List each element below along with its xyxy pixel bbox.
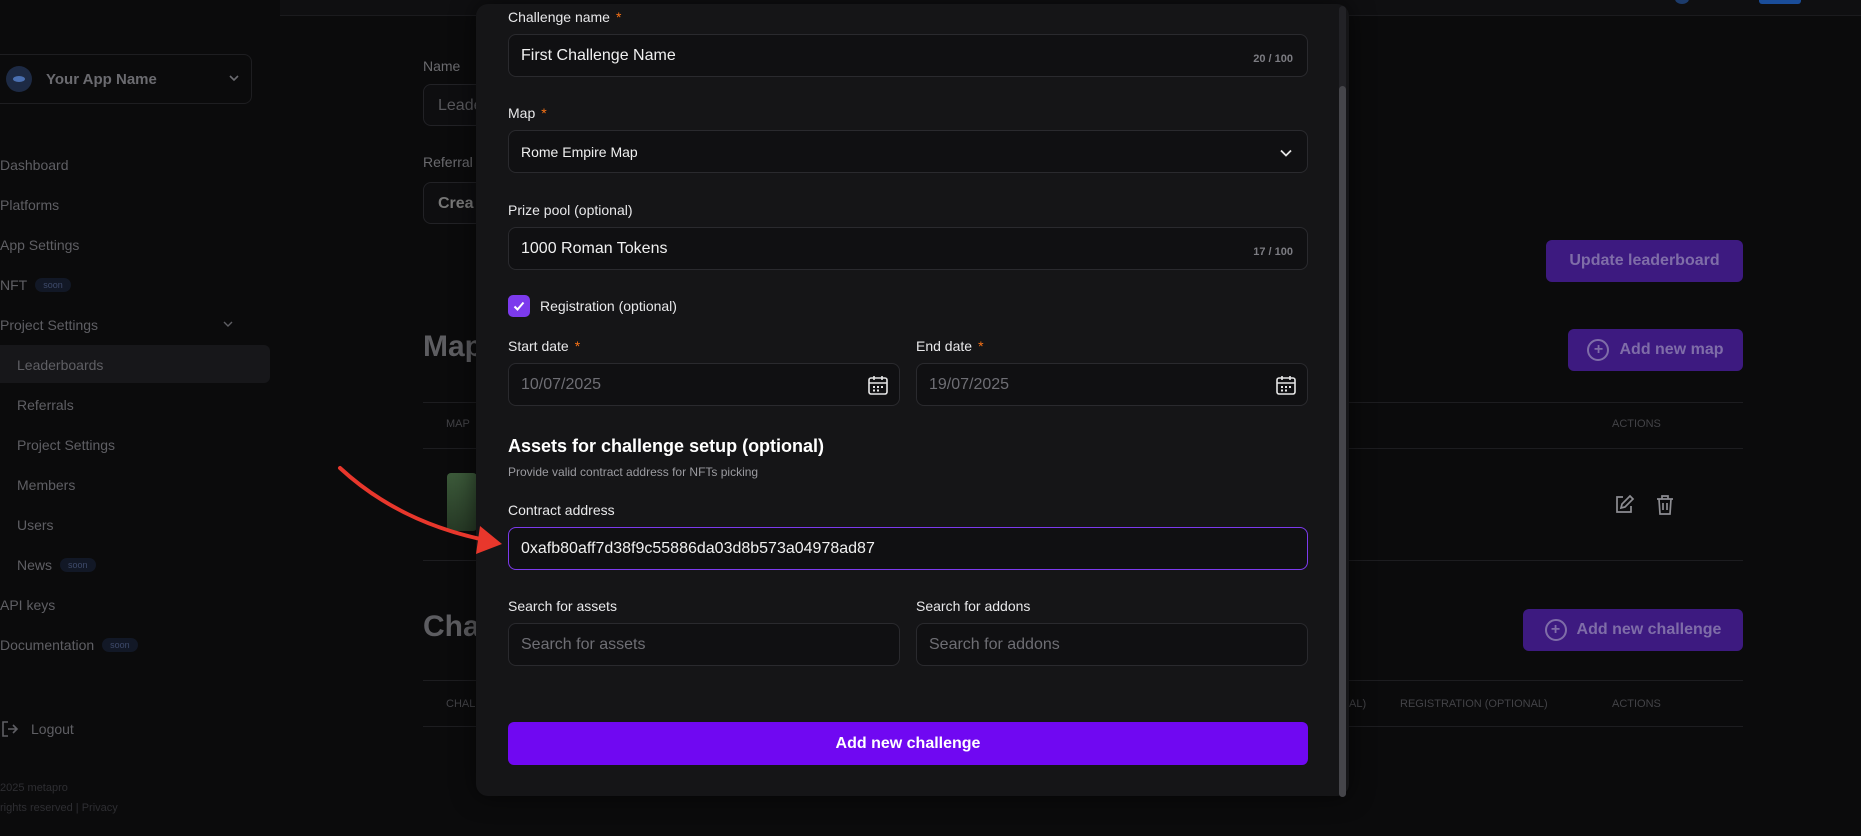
maps-title: Map: [423, 330, 483, 363]
map-select[interactable]: Rome Empire Map: [508, 130, 1308, 173]
plus-circle-icon: +: [1544, 619, 1567, 641]
map-column-header: MAP: [446, 418, 470, 430]
nav-news[interactable]: News soon: [17, 555, 96, 575]
prize-pool-input[interactable]: 1000 Roman Tokens 17 / 100: [508, 227, 1308, 270]
search-addons-placeholder: Search for addons: [929, 635, 1060, 653]
prize-pool-value: 1000 Roman Tokens: [521, 239, 668, 257]
add-new-challenge-button[interactable]: Add new challenge: [508, 722, 1308, 765]
topbar-button[interactable]: [1759, 0, 1801, 4]
referral-label: Referral: [423, 154, 473, 170]
create-button[interactable]: Crea: [423, 182, 483, 224]
nav-news-label: News: [17, 557, 53, 573]
nav-nft[interactable]: NFT soon: [0, 275, 71, 295]
actions-column-header: ACTIONS: [1612, 418, 1661, 430]
challenge-name-label: Challenge name *: [508, 9, 621, 25]
modal-scrollbar-thumb[interactable]: [1339, 86, 1346, 797]
footer-copyright: 2025 metapro: [0, 782, 68, 794]
end-date-value: 19/07/2025: [929, 375, 1010, 393]
actions-column-header-2: ACTIONS: [1612, 698, 1661, 710]
calendar-icon[interactable]: [866, 373, 890, 402]
search-assets-label: Search for assets: [508, 598, 617, 614]
calendar-icon[interactable]: [1274, 373, 1298, 402]
app-name: Your App Name: [46, 70, 157, 88]
nav-project-settings-sub[interactable]: Project Settings: [17, 435, 115, 455]
soon-badge: soon: [35, 278, 71, 292]
contract-address-input[interactable]: 0xafb80aff7d38f9c55886da03d8b573a04978ad…: [508, 527, 1308, 570]
search-assets-input[interactable]: Search for assets: [508, 623, 900, 666]
logout-icon: [0, 719, 22, 739]
end-date-label-text: End date: [916, 338, 973, 354]
start-date-value: 10/07/2025: [521, 375, 602, 393]
check-icon: [513, 301, 525, 311]
challenge-name-input[interactable]: First Challenge Name 20 / 100: [508, 34, 1308, 77]
footer-rights: rights reserved | Privacy: [0, 802, 118, 814]
avatar[interactable]: [1675, 0, 1689, 4]
prize-pool-label: Prize pool (optional): [508, 202, 633, 218]
add-new-map-label: Add new map: [1619, 341, 1724, 358]
nav-referrals[interactable]: Referrals: [17, 395, 74, 415]
add-new-map-button[interactable]: + Add new map: [1568, 329, 1743, 371]
logout-button[interactable]: Logout: [0, 719, 74, 739]
search-addons-label: Search for addons: [916, 598, 1031, 614]
contract-address-label: Contract address: [508, 502, 615, 518]
challenge-name-value: First Challenge Name: [521, 46, 676, 64]
end-date-input[interactable]: 19/07/2025: [916, 363, 1308, 406]
column-header-partial: AL): [1349, 698, 1367, 710]
update-leaderboard-button[interactable]: Update leaderboard: [1546, 240, 1743, 282]
plus-circle-icon: +: [1587, 339, 1610, 361]
nav-app-settings[interactable]: App Settings: [0, 235, 79, 255]
nav-project-settings[interactable]: Project Settings: [0, 315, 98, 335]
name-label: Name: [423, 58, 461, 74]
add-new-challenge-bg-label: Add new challenge: [1576, 621, 1722, 638]
name-input[interactable]: Leade: [423, 84, 483, 126]
chevron-down-icon: [227, 71, 241, 88]
sidebar: Your App Name Dashboard Platforms App Se…: [0, 0, 280, 836]
nav-documentation-label: Documentation: [0, 637, 95, 653]
challenge-column-header: CHAL: [446, 698, 476, 710]
challenges-title: Cha: [423, 610, 480, 643]
assets-section-subtitle: Provide valid contract address for NFTs …: [508, 465, 759, 479]
add-new-challenge-bg-button[interactable]: + Add new challenge: [1523, 609, 1743, 651]
required-mark: *: [541, 105, 547, 121]
edit-icon[interactable]: [1613, 494, 1635, 516]
nav-leaderboards[interactable]: Leaderboards: [17, 355, 103, 375]
nav-dashboard[interactable]: Dashboard: [0, 155, 69, 175]
trash-icon[interactable]: [1654, 494, 1676, 516]
required-mark: *: [615, 9, 622, 25]
required-mark: *: [574, 338, 581, 354]
start-date-input[interactable]: 10/07/2025: [508, 363, 900, 406]
map-label-text: Map: [508, 105, 536, 121]
nav-nft-label: NFT: [0, 277, 28, 293]
nav-members[interactable]: Members: [17, 475, 75, 495]
app-selector[interactable]: Your App Name: [0, 54, 252, 104]
nav-platforms[interactable]: Platforms: [0, 195, 59, 215]
registration-label: Registration (optional): [540, 298, 677, 314]
logout-label: Logout: [31, 721, 74, 737]
soon-badge: soon: [60, 558, 96, 572]
start-date-label-text: Start date: [508, 338, 569, 354]
challenge-name-label-text: Challenge name: [508, 9, 610, 25]
app-logo-icon: [6, 66, 32, 92]
registration-column-header: REGISTRATION (OPTIONAL): [1400, 698, 1548, 710]
annotation-arrow-icon: [338, 466, 502, 554]
nav-documentation[interactable]: Documentation soon: [0, 635, 138, 655]
challenge-name-counter: 20 / 100: [1253, 53, 1293, 65]
map-select-value: Rome Empire Map: [521, 143, 638, 160]
map-label: Map *: [508, 105, 547, 121]
nav-users[interactable]: Users: [17, 515, 54, 535]
end-date-label: End date *: [916, 338, 984, 354]
required-mark: *: [978, 338, 984, 354]
chevron-down-icon: [1279, 146, 1293, 165]
start-date-label: Start date *: [508, 338, 580, 354]
search-addons-input[interactable]: Search for addons: [916, 623, 1308, 666]
search-assets-placeholder: Search for assets: [521, 635, 646, 653]
assets-section-title: Assets for challenge setup (optional): [508, 436, 825, 456]
chevron-down-icon[interactable]: [222, 318, 234, 333]
nav-api-keys[interactable]: API keys: [0, 595, 55, 615]
soon-badge: soon: [102, 638, 138, 652]
contract-address-value: 0xafb80aff7d38f9c55886da03d8b573a04978ad…: [521, 539, 875, 557]
registration-checkbox[interactable]: [508, 295, 530, 317]
prize-pool-counter: 17 / 100: [1253, 246, 1293, 258]
